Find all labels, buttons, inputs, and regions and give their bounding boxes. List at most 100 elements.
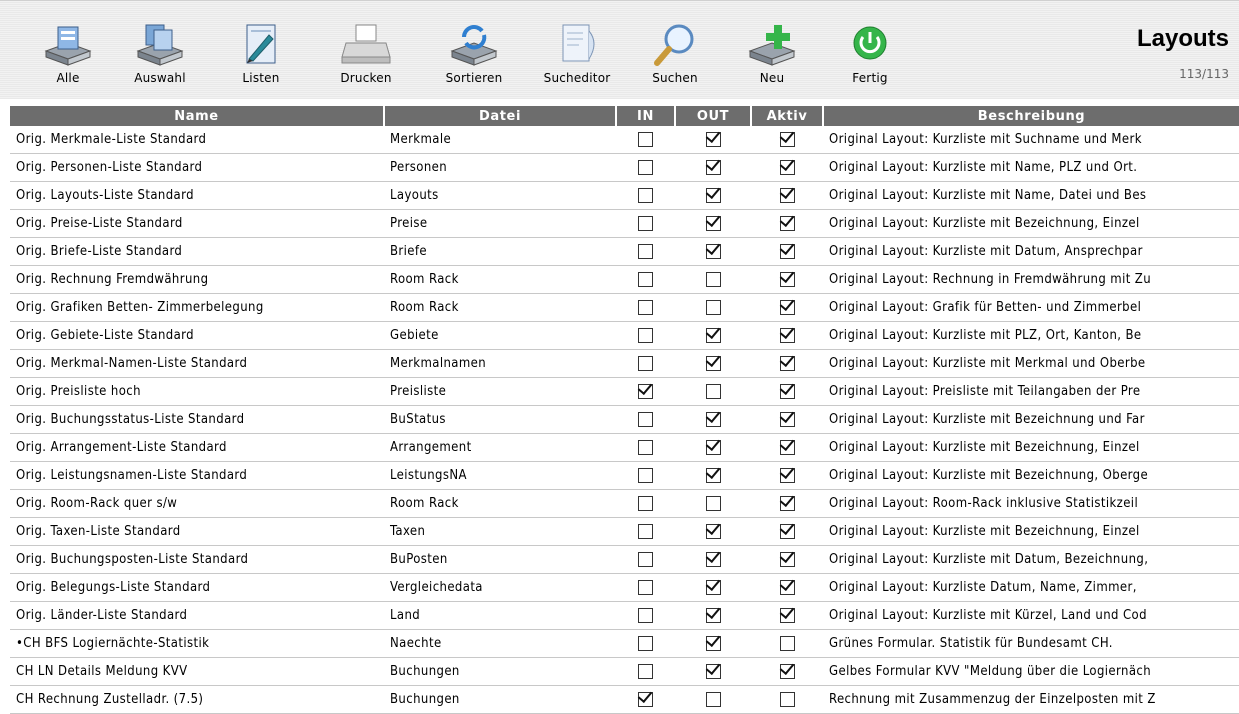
all-button[interactable]: Alle [23,15,113,95]
in-checkbox[interactable] [638,496,653,511]
column-header-datei[interactable]: Datei [384,106,617,126]
done-button[interactable]: Fertig [825,15,915,95]
aktiv-checkbox[interactable] [779,496,795,511]
aktiv-checkbox[interactable] [779,580,795,595]
in-checkbox[interactable] [638,160,653,175]
selection-button[interactable]: Auswahl [115,15,205,95]
table-row[interactable]: •CH BFS Logiernächte-Statistik Naechte Grü… [10,629,1239,658]
in-checkbox[interactable] [638,412,653,427]
aktiv-checkbox[interactable] [779,440,795,455]
out-checkbox[interactable] [705,132,721,147]
table-row[interactable]: Orig. Briefe-Liste Standard Briefe Origina… [10,237,1239,266]
in-checkbox[interactable] [638,272,653,287]
table-row[interactable]: Orig. Room-Rack quer s/w Room Rack Origina… [10,489,1239,518]
aktiv-checkbox[interactable] [779,468,795,483]
column-header-aktiv[interactable]: Aktiv [751,106,824,126]
aktiv-checkbox[interactable] [779,244,795,259]
table-row[interactable]: Orig. Buchungsposten-Liste Standard BuPos… [10,545,1239,574]
in-checkbox[interactable] [638,552,653,567]
table-row[interactable]: Orig. Leistungsnamen-Liste Standard Leist… [10,461,1239,490]
table-row[interactable]: Orig. Merkmale-Liste Standard Merkmale Ori… [10,126,1239,154]
in-checkbox[interactable] [638,636,653,651]
aktiv-checkbox[interactable] [779,412,795,427]
table-row[interactable]: Orig. Merkmal-Namen-Liste Standard Merkma… [10,349,1239,378]
in-checkbox[interactable] [638,440,653,455]
in-checkbox[interactable] [638,580,653,595]
aktiv-checkbox[interactable] [779,300,795,315]
aktiv-checkbox[interactable] [779,552,795,567]
out-checkbox[interactable] [705,300,721,315]
out-checkbox[interactable] [705,412,721,427]
aktiv-checkbox[interactable] [779,272,795,287]
table-row[interactable]: Orig. Gebiete-Liste Standard Gebiete Origi… [10,321,1239,350]
table-row[interactable]: CH Rechnung Zustelladr. (7.5) Buchungen Re… [10,685,1239,714]
column-header-in[interactable]: IN [616,106,676,126]
out-checkbox[interactable] [705,468,721,483]
aktiv-checkbox[interactable] [779,356,795,371]
column-header-name[interactable]: Name [10,106,385,126]
aktiv-checkbox[interactable] [779,188,795,203]
in-checkbox[interactable] [638,300,653,315]
in-checkbox[interactable] [638,244,653,259]
new-button[interactable]: Neu [727,15,817,95]
sort-button[interactable]: Sortieren [429,15,519,95]
in-checkbox[interactable] [638,524,653,539]
print-button[interactable]: Drucken [321,15,411,95]
table-row[interactable]: Orig. Preisliste hoch Preisliste Original … [10,377,1239,406]
in-checkbox[interactable] [638,328,653,343]
in-checkbox[interactable] [638,692,653,707]
out-checkbox[interactable] [705,160,721,175]
in-checkbox[interactable] [638,132,653,147]
out-checkbox[interactable] [705,608,721,623]
out-checkbox[interactable] [705,636,721,651]
aktiv-checkbox[interactable] [779,664,795,679]
search-editor-button[interactable]: Sucheditor [532,15,622,95]
in-checkbox[interactable] [638,384,653,399]
out-checkbox[interactable] [705,328,721,343]
table-row[interactable]: Orig. Layouts-Liste Standard Layouts Origi… [10,181,1239,210]
in-checkbox[interactable] [638,664,653,679]
in-checkbox[interactable] [638,356,653,371]
out-checkbox[interactable] [705,496,721,511]
in-checkbox[interactable] [638,608,653,623]
table-row[interactable]: Orig. Buchungsstatus-Liste Standard BuSta… [10,405,1239,434]
out-checkbox[interactable] [705,440,721,455]
aktiv-checkbox[interactable] [779,636,795,651]
table-row[interactable]: Orig. Preise-Liste Standard Preise Origina… [10,209,1239,238]
column-header-beschreibung[interactable]: Beschreibung [823,106,1239,126]
aktiv-checkbox[interactable] [779,384,795,399]
table-row[interactable]: Orig. Belegungs-Liste Standard Vergleiche… [10,573,1239,602]
out-checkbox[interactable] [705,216,721,231]
table-row[interactable]: Orig. Arrangement-Liste Standard Arrangem… [10,433,1239,462]
out-checkbox[interactable] [705,188,721,203]
out-checkbox[interactable] [705,244,721,259]
aktiv-checkbox[interactable] [779,608,795,623]
column-header-out[interactable]: OUT [675,106,752,126]
out-checkbox[interactable] [705,664,721,679]
aktiv-checkbox[interactable] [779,132,795,147]
table-header-row: Name Datei IN OUT Aktiv Beschreibung [10,106,1239,126]
out-checkbox[interactable] [705,580,721,595]
aktiv-checkbox[interactable] [779,216,795,231]
out-checkbox[interactable] [705,692,721,707]
out-checkbox[interactable] [705,272,721,287]
aktiv-checkbox[interactable] [779,328,795,343]
out-checkbox[interactable] [705,384,721,399]
lists-button[interactable]: Listen [216,15,306,95]
search-button[interactable]: Suchen [630,15,720,95]
in-checkbox[interactable] [638,216,653,231]
table-row[interactable]: Orig. Rechnung Fremdwährung Room Rack Orig… [10,265,1239,294]
out-checkbox[interactable] [705,552,721,567]
table-row[interactable]: Orig. Grafiken Betten- Zimmerbelegung Roo… [10,293,1239,322]
table-row[interactable]: CH LN Details Meldung KVV Buchungen Gelbes… [10,657,1239,686]
aktiv-checkbox[interactable] [779,692,795,707]
in-checkbox[interactable] [638,188,653,203]
table-row[interactable]: Orig. Länder-Liste Standard Land Original … [10,601,1239,630]
table-row[interactable]: Orig. Personen-Liste Standard Personen Ori… [10,153,1239,182]
aktiv-checkbox[interactable] [779,524,795,539]
table-row[interactable]: Orig. Taxen-Liste Standard Taxen Original … [10,517,1239,546]
aktiv-checkbox[interactable] [779,160,795,175]
in-checkbox[interactable] [638,468,653,483]
out-checkbox[interactable] [705,356,721,371]
out-checkbox[interactable] [705,524,721,539]
